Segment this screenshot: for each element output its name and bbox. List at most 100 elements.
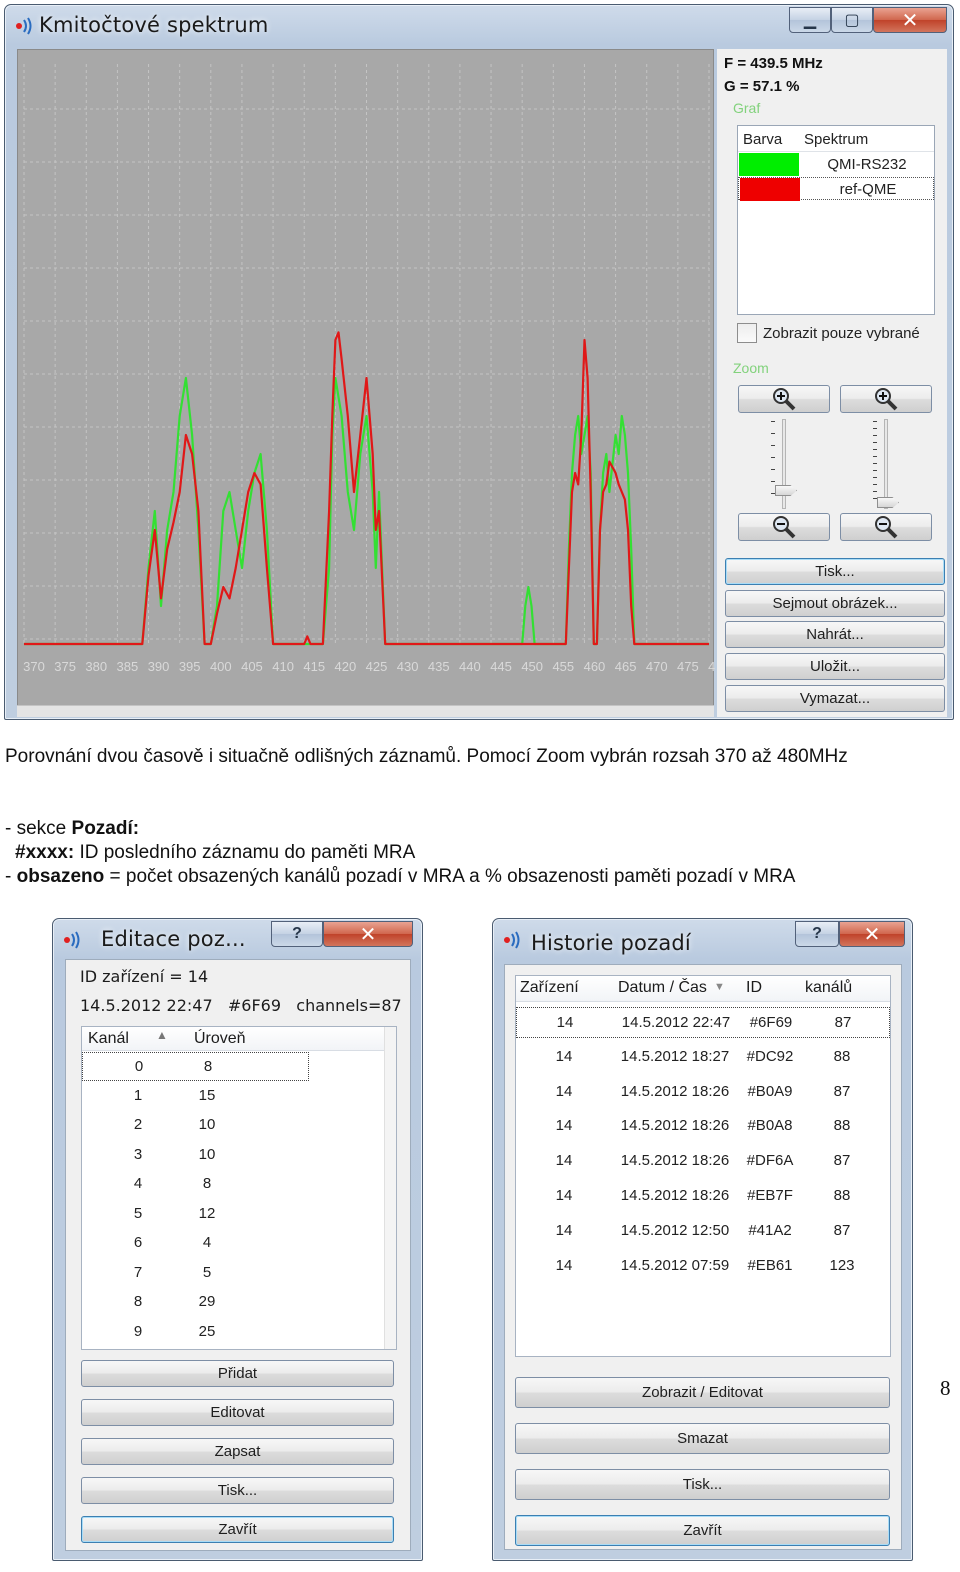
- help-icon: ?: [292, 925, 302, 942]
- caption-id: #xxxx: ID posledního záznamu do paměti M…: [15, 842, 415, 864]
- table-row[interactable]: 14 14.5.2012 07:59 #EB61 123: [516, 1251, 890, 1282]
- sort-descending-icon: ▼: [714, 981, 725, 993]
- channels-cell: 88: [833, 1047, 851, 1065]
- channels-cell: 88: [833, 1117, 851, 1135]
- device-cell: 14: [555, 1082, 573, 1100]
- app-icon: [64, 931, 80, 949]
- edit-button[interactable]: Editovat: [81, 1399, 394, 1426]
- delete-button[interactable]: Smazat: [515, 1423, 890, 1454]
- caption-occupied-desc: = počet obsazených kanálů pozadí v MRA a…: [104, 866, 796, 887]
- x-tick-label: 425: [366, 659, 388, 674]
- list-item[interactable]: 08: [82, 1052, 309, 1081]
- add-button[interactable]: Přidat: [81, 1360, 394, 1387]
- x-tick-label: 390: [148, 659, 170, 674]
- table-row[interactable]: 14 14.5.2012 12:50 #41A2 87: [516, 1216, 890, 1247]
- history-list[interactable]: Zařízení Datum / Čas ▼ ID kanálů 14 14.5.…: [515, 975, 891, 1357]
- spectrum-chart: 370 375 380 385 390 395 400 405 410 415 420 425 430 4…: [23, 64, 715, 674]
- device-cell: 14: [555, 1117, 573, 1135]
- x-tick-label: 410: [272, 659, 294, 674]
- channel-level-list[interactable]: Kanál ▲ Úroveň 0 8 1 15 2 10 3 10 4 8 5 12 6 4 7 5 8 29 9 2…: [81, 1026, 397, 1350]
- list-item[interactable]: 2 10: [82, 1111, 396, 1140]
- caption-id-key: #xxxx:: [15, 842, 75, 863]
- datetime-cell: 14.5.2012 18:26: [620, 1117, 730, 1135]
- horizontal-scrollbar[interactable]: [17, 705, 714, 717]
- device-cell: 14: [555, 1047, 573, 1065]
- list-item[interactable]: 9 25: [82, 1318, 396, 1347]
- column-datetime[interactable]: Datum / Čas: [618, 979, 707, 997]
- print-button[interactable]: Tisk...: [725, 558, 945, 585]
- spectrum-plot[interactable]: 370 375 380 385 390 395 400 405 410 415 420 425 430 4…: [17, 49, 715, 707]
- caption-id-desc: ID posledního záznamu do paměti MRA: [74, 842, 416, 863]
- minimize-button[interactable]: ▁: [789, 7, 831, 33]
- channel-value: 5: [133, 1204, 143, 1222]
- load-button[interactable]: Nahrát...: [725, 621, 945, 648]
- zoom-out-icon: [773, 516, 796, 539]
- table-row[interactable]: 14 14.5.2012 18:27 #DC92 88: [516, 1042, 890, 1073]
- zoom-in-icon: [773, 388, 796, 411]
- legend-row[interactable]: ref-QME: [738, 177, 934, 201]
- zoom-out-y-button[interactable]: [840, 513, 932, 541]
- list-item[interactable]: 48: [82, 1170, 396, 1199]
- minimize-icon: ▁: [803, 12, 817, 29]
- column-level[interactable]: Úroveň: [194, 1030, 246, 1048]
- zoom-y-slider[interactable]: [884, 419, 888, 509]
- close-button[interactable]: ✕: [873, 7, 947, 33]
- device-cell: 14: [555, 1221, 573, 1239]
- save-button[interactable]: Uložit...: [725, 653, 945, 680]
- close-dialog-button[interactable]: Zavřít: [515, 1515, 890, 1546]
- zoom-in-icon: [875, 388, 898, 411]
- window-title: Historie pozadí: [531, 931, 691, 955]
- zoom-x-slider-thumb[interactable]: [775, 485, 797, 496]
- caption-section-prefix: - sekce: [5, 818, 72, 839]
- list-item[interactable]: 5 12: [82, 1200, 396, 1229]
- legend-swatch: [740, 178, 800, 201]
- delete-button[interactable]: Vymazat...: [725, 685, 945, 712]
- close-dialog-button[interactable]: Zavřít: [81, 1516, 394, 1543]
- table-row[interactable]: 14 14.5.2012 18:26 #DF6A 87: [516, 1146, 890, 1177]
- show-selected-only-checkbox[interactable]: [737, 323, 757, 343]
- close-button[interactable]: ✕: [323, 921, 413, 947]
- table-row[interactable]: 14 14.5.2012 18:26 #B0A8 88: [516, 1111, 890, 1142]
- channels-cell: 87: [833, 1082, 851, 1100]
- column-id[interactable]: ID: [746, 979, 762, 997]
- x-tick-label: 450: [521, 659, 543, 674]
- list-item[interactable]: 64: [82, 1229, 396, 1258]
- legend-row[interactable]: QMI-RS232: [738, 153, 934, 176]
- print-button[interactable]: Tisk...: [515, 1469, 890, 1500]
- app-icon: [16, 17, 32, 35]
- column-device[interactable]: Zařízení: [520, 979, 579, 997]
- column-channel[interactable]: Kanál: [88, 1030, 129, 1048]
- list-item[interactable]: 3 10: [82, 1141, 396, 1170]
- column-channels[interactable]: kanálů: [805, 979, 852, 997]
- zoom-out-x-button[interactable]: [738, 513, 830, 541]
- list-scrollbar[interactable]: [384, 1027, 396, 1349]
- maximize-button[interactable]: ▢: [831, 7, 873, 33]
- write-button[interactable]: Zapsat: [81, 1438, 394, 1465]
- close-button[interactable]: ✕: [839, 921, 905, 947]
- zoom-in-x-button[interactable]: [738, 385, 830, 413]
- zoom-in-y-button[interactable]: [840, 385, 932, 413]
- x-tick-label: 395: [179, 659, 201, 674]
- edit-background-window: Editace poz... ? ✕ ID zařízení = 14 14.5…: [52, 918, 423, 1561]
- close-icon: ✕: [359, 923, 377, 946]
- view-edit-button[interactable]: Zobrazit / Editovat: [515, 1377, 890, 1408]
- x-tick-label: 385: [117, 659, 139, 674]
- device-id-line: ID zařízení = 14: [80, 967, 209, 986]
- print-button[interactable]: Tisk...: [81, 1477, 394, 1504]
- list-item[interactable]: 1 15: [82, 1082, 396, 1111]
- help-button[interactable]: ?: [271, 921, 323, 947]
- channels-cell: 123: [829, 1256, 855, 1274]
- legend-list[interactable]: Barva Spektrum QMI-RS232 ref-QME: [737, 125, 935, 315]
- table-row[interactable]: 14 14.5.2012 18:26 #EB7F 88: [516, 1181, 890, 1212]
- table-row[interactable]: 14 14.5.2012 18:26 #B0A9 87: [516, 1077, 890, 1108]
- device-cell: 14: [555, 1187, 573, 1204]
- list-item[interactable]: 8 29: [82, 1288, 396, 1317]
- table-row[interactable]: 14 14.5.2012 22:47 #6F69 87: [516, 1007, 890, 1038]
- zoom-y-slider-thumb[interactable]: [877, 497, 899, 508]
- capture-image-button[interactable]: Sejmout obrázek...: [725, 590, 945, 617]
- help-button[interactable]: ?: [795, 921, 839, 947]
- list-item[interactable]: 75: [82, 1259, 396, 1288]
- legend-name: QMI-RS232: [827, 156, 907, 173]
- x-tick-label: 435: [428, 659, 450, 674]
- x-tick-label: 455: [552, 659, 574, 674]
